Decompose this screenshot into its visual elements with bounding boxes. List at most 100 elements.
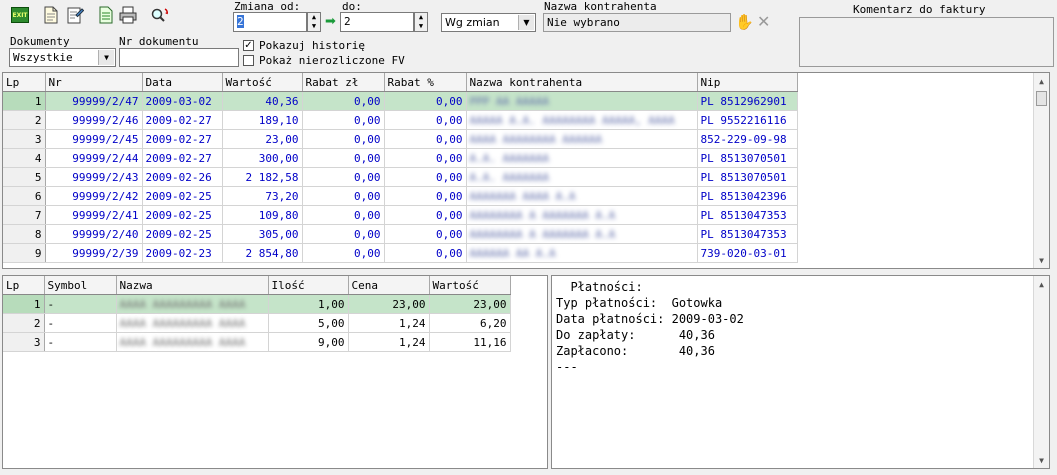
- col-wartosc[interactable]: Wartość: [429, 276, 511, 295]
- discount-percent: 0,00: [384, 91, 467, 111]
- col-lp[interactable]: Lp: [3, 276, 45, 295]
- col-nazwa-kontrahenta[interactable]: Nazwa kontrahenta: [466, 73, 698, 92]
- mode-select-value: Wg zmian: [445, 16, 500, 29]
- mode-select[interactable]: Wg zmian ▼: [441, 13, 536, 32]
- item-quantity: 9,00: [268, 332, 349, 352]
- table-row[interactable]: 2 99999/2/46 2009-02-27 189,10 0,00 0,00 AAAAA…: [3, 110, 798, 130]
- col-cena[interactable]: Cena: [348, 276, 430, 295]
- exit-button[interactable]: EXIT: [10, 5, 30, 25]
- print-button[interactable]: [118, 5, 138, 25]
- col-lp[interactable]: Lp: [3, 73, 46, 92]
- nierozliczone-label[interactable]: Pokaż nierozliczone FV: [259, 54, 405, 67]
- komentarz-field[interactable]: [799, 17, 1054, 67]
- col-ilosc[interactable]: Ilość: [268, 276, 349, 295]
- contractor-name-redacted: AAAA AAAAAAAA AAAAAA: [469, 132, 602, 146]
- scroll-thumb[interactable]: [1036, 91, 1047, 106]
- col-data[interactable]: Data: [142, 73, 223, 92]
- table-row[interactable]: 1 99999/2/47 2009-03-02 40,36 0,00 0,00 PPP AA…: [3, 91, 798, 111]
- search-refresh-button[interactable]: [150, 5, 170, 25]
- invoice-header-row: Lp Nr Data Wartość Rabat zł Rabat % Nazw…: [3, 73, 798, 92]
- table-row[interactable]: 5 99999/2/43 2009-02-26 2 182,58 0,00 0,00 A.A…: [3, 167, 798, 187]
- table-row[interactable]: 2- AAAA AAAAAAAAA AAAA 5,00 1,24 6,20: [3, 313, 511, 333]
- invoice-number: 99999/2/47: [45, 91, 143, 111]
- do-value: 2: [344, 15, 351, 28]
- payment-due-line: Do zapłaty: 40,36: [556, 328, 715, 342]
- edit-document-button[interactable]: [65, 5, 85, 25]
- row-number: 6: [3, 186, 46, 206]
- payment-scrollbar[interactable]: ▲ ▼: [1033, 276, 1049, 468]
- contractor-name-redacted: PPP AA AAAAA: [469, 94, 549, 108]
- row-number: 2: [3, 313, 45, 333]
- zmiana-od-input[interactable]: 2: [233, 12, 307, 32]
- item-name: AAAA AAAAAAAAA AAAA: [116, 332, 269, 352]
- item-name-redacted: AAAA AAAAAAAAA AAAA: [119, 297, 246, 311]
- col-wartosc[interactable]: Wartość: [222, 73, 303, 92]
- chevron-down-icon[interactable]: ▼: [518, 15, 534, 30]
- clear-icon[interactable]: ✕: [757, 12, 770, 31]
- exit-icon: EXIT: [11, 7, 29, 23]
- hand-pick-icon[interactable]: ✋: [735, 13, 754, 31]
- scroll-up-icon[interactable]: ▲: [1034, 73, 1049, 89]
- scroll-down-icon[interactable]: ▼: [1034, 452, 1049, 468]
- item-name: AAAA AAAAAAAAA AAAA: [116, 313, 269, 333]
- document-list-button[interactable]: [96, 5, 116, 25]
- scroll-up-icon[interactable]: ▲: [1034, 276, 1049, 292]
- spin-up-icon[interactable]: ▲: [415, 13, 427, 22]
- scroll-down-icon[interactable]: ▼: [1034, 252, 1049, 268]
- table-row[interactable]: 8 99999/2/40 2009-02-25 305,00 0,00 0,00 AAAAA…: [3, 224, 798, 244]
- table-row[interactable]: 7 99999/2/41 2009-02-25 109,80 0,00 0,00 AAAAA…: [3, 205, 798, 225]
- zmiana-od-spinner[interactable]: ▲ ▼: [307, 12, 321, 32]
- invoice-scrollbar[interactable]: ▲ ▼: [1033, 73, 1049, 268]
- invoice-value: 23,00: [222, 129, 303, 149]
- row-number: 3: [3, 332, 45, 352]
- contractor-name-redacted: AAAAAAAA A AAAAAAA A.A: [469, 227, 616, 241]
- table-row[interactable]: 6 99999/2/42 2009-02-25 73,20 0,00 0,00 AAAAAA…: [3, 186, 798, 206]
- table-row[interactable]: 3- AAAA AAAAAAAAA AAAA 9,00 1,24 11,16: [3, 332, 511, 352]
- nr-dokumentu-input[interactable]: [119, 48, 239, 67]
- contractor-name: A.A. AAAAAAA: [466, 167, 698, 187]
- invoice-value: 2 182,58: [222, 167, 303, 187]
- table-row[interactable]: 3 99999/2/45 2009-02-27 23,00 0,00 0,00 AAAA A…: [3, 129, 798, 149]
- payment-type-line: Typ płatności: Gotowka: [556, 296, 723, 310]
- spin-down-icon[interactable]: ▼: [308, 22, 320, 31]
- col-nr[interactable]: Nr: [45, 73, 143, 92]
- col-rabat-pct[interactable]: Rabat %: [384, 73, 467, 92]
- contractor-name: AAAAAAAA A AAAAAAA A.A: [466, 205, 698, 225]
- table-row[interactable]: 1- AAAA AAAAAAAAA AAAA 1,00 23,00 23,00: [3, 294, 511, 314]
- col-rabat-zl[interactable]: Rabat zł: [302, 73, 385, 92]
- discount-amount: 0,00: [302, 110, 385, 130]
- spin-down-icon[interactable]: ▼: [415, 22, 427, 31]
- col-nip[interactable]: Nip: [697, 73, 798, 92]
- table-row[interactable]: 9 99999/2/39 2009-02-23 2 854,80 0,00 0,00 AAA…: [3, 243, 798, 263]
- kontrahent-input[interactable]: Nie wybrano: [543, 13, 731, 32]
- spin-up-icon[interactable]: ▲: [308, 13, 320, 22]
- item-symbol: -: [44, 294, 117, 314]
- col-symbol[interactable]: Symbol: [44, 276, 117, 295]
- invoice-number: 99999/2/44: [45, 148, 143, 168]
- item-price: 1,24: [348, 313, 430, 333]
- new-document-icon: [44, 6, 58, 24]
- chevron-down-icon[interactable]: ▼: [98, 50, 114, 65]
- item-quantity: 1,00: [268, 294, 349, 314]
- col-nazwa[interactable]: Nazwa: [116, 276, 269, 295]
- payment-title: Płatności:: [556, 280, 643, 294]
- contractor-name-redacted: AAAAAAAA A AAAAAAA A.A: [469, 208, 616, 222]
- table-row[interactable]: 4 99999/2/44 2009-02-27 300,00 0,00 0,00 A.A. …: [3, 148, 798, 168]
- do-spinner[interactable]: ▲ ▼: [414, 12, 428, 32]
- arrow-right-icon: ➡: [325, 14, 336, 29]
- discount-percent: 0,00: [384, 129, 467, 149]
- contractor-name-redacted: AAAAAA AA A.A: [469, 246, 556, 260]
- invoice-value: 305,00: [222, 224, 303, 244]
- discount-percent: 0,00: [384, 167, 467, 187]
- dokumenty-select[interactable]: Wszystkie ▼: [9, 48, 116, 67]
- new-document-button[interactable]: [41, 5, 61, 25]
- edit-document-icon: [67, 7, 84, 24]
- contractor-name-redacted: AAAAA A.A. AAAAAAAA AAAAA, AAAA: [469, 113, 675, 127]
- invoice-date: 2009-02-23: [142, 243, 223, 263]
- do-input[interactable]: 2: [340, 12, 414, 32]
- pokazuj-historie-label[interactable]: Pokazuj historię: [259, 39, 365, 52]
- pokazuj-historie-checkbox[interactable]: ✓: [243, 40, 254, 51]
- row-number: 1: [3, 294, 45, 314]
- nierozliczone-checkbox[interactable]: [243, 55, 254, 66]
- invoice-date: 2009-02-27: [142, 110, 223, 130]
